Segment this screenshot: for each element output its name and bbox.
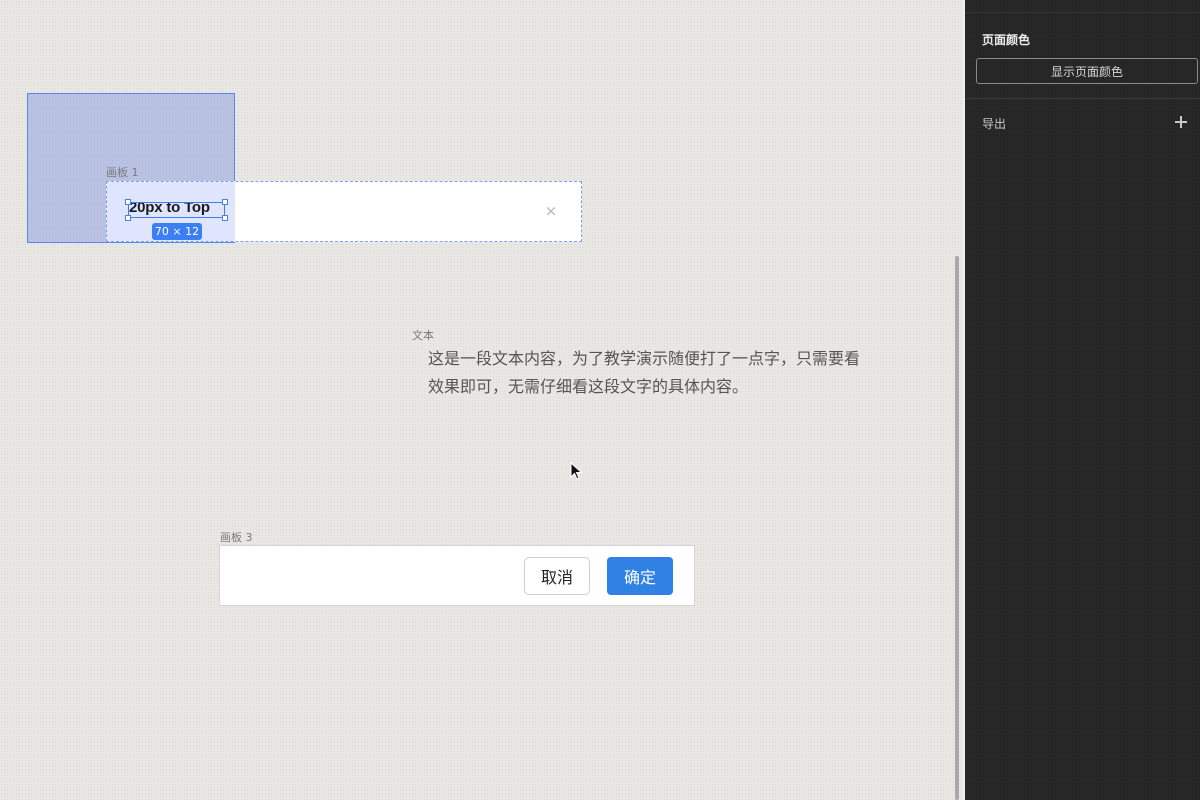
design-canvas[interactable]: 画板 1 20px to Top 70 × 12 × 文本 这是一段文本内容，为… (0, 0, 965, 800)
close-icon[interactable]: × (544, 201, 558, 221)
dimension-badge: 70 × 12 (152, 223, 202, 240)
confirm-button[interactable]: 确定 (607, 557, 673, 595)
board-1-label[interactable]: 画板 1 (106, 164, 139, 180)
properties-panel: 页面颜色 显示页面颜色 导出 (965, 0, 1200, 800)
panel-divider-top (965, 12, 1200, 13)
mouse-cursor-icon (570, 462, 583, 480)
resize-handle-bottom-left[interactable] (125, 215, 131, 221)
board-3-label[interactable]: 画板 3 (220, 529, 253, 545)
cancel-button[interactable]: 取消 (524, 557, 590, 595)
show-page-color-button[interactable]: 显示页面颜色 (976, 58, 1198, 84)
page-color-title: 页面颜色 (982, 33, 1031, 47)
resize-handle-top-right[interactable] (222, 199, 228, 205)
text-layer-label[interactable]: 文本 (412, 327, 434, 343)
resize-handle-top-left[interactable] (125, 199, 131, 205)
text-selection-box (128, 202, 225, 218)
resize-handle-bottom-right[interactable] (222, 215, 228, 221)
panel-divider (965, 98, 1200, 99)
add-export-plus-icon[interactable] (1175, 116, 1187, 128)
canvas-scrollbar[interactable] (955, 256, 959, 800)
export-label: 导出 (982, 117, 1007, 131)
text-layer-paragraph[interactable]: 这是一段文本内容，为了教学演示随便打了一点字，只需要看效果即可，无需仔细看这段文… (428, 345, 868, 401)
